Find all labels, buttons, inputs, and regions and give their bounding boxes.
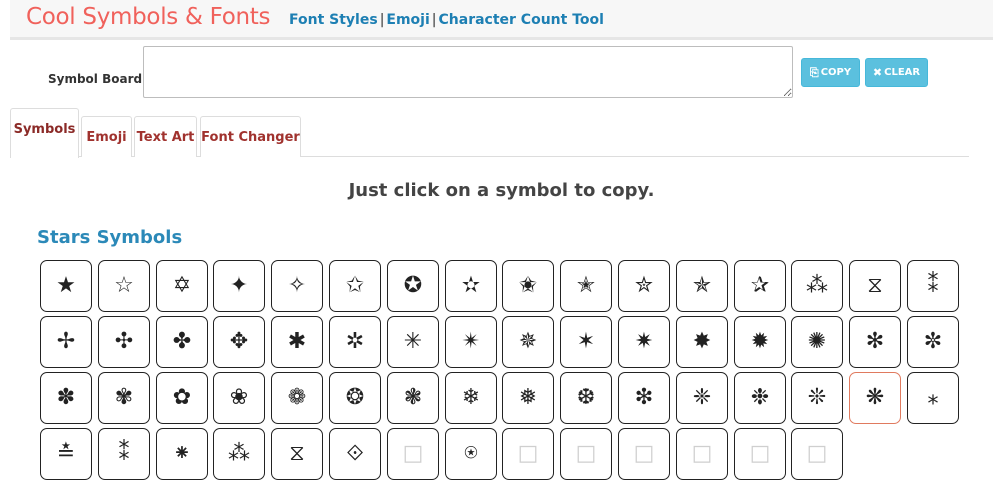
symbol-button[interactable]: ✮ [618,260,670,312]
symbol-board-label: Symbol Board [48,72,143,86]
symbol-button[interactable]: ⁕ [156,428,208,480]
symbol-button[interactable]: ❉ [734,372,786,424]
symbol-button[interactable]: ⁎ [907,372,959,424]
symbol-button[interactable]: ⍟ [445,428,497,480]
symbol-button[interactable]: ✧ [271,260,323,312]
header-nav: Font Styles | Emoji | Character Count Tool [289,12,604,28]
symbol-button[interactable]: ⁂ [791,260,843,312]
symbol-button[interactable]: ✣ [98,316,150,368]
tab-label: Font Changer [201,129,300,145]
nav-separator: | [379,12,385,28]
symbol-button[interactable]: ✸ [676,316,728,368]
symbol-button[interactable]: ✦ [213,260,265,312]
symbol-button[interactable]: ✴ [445,316,497,368]
copy-button-label: COPY [820,67,852,78]
symbol-button[interactable]: □ [560,428,612,480]
symbol-button[interactable]: ✬ [502,260,554,312]
symbol-button[interactable]: ✡ [156,260,208,312]
close-icon: ✖ [872,66,883,79]
symbol-button[interactable]: □ [618,428,670,480]
nav-link-character-count[interactable]: Character Count Tool [439,12,604,28]
symbol-button[interactable]: ❄ [445,372,497,424]
symbol-button[interactable]: ✳ [387,316,439,368]
symbol-button[interactable]: ≛ [40,428,92,480]
clear-button[interactable]: ✖ CLEAR [865,58,928,87]
symbol-button[interactable]: ✪ [387,260,439,312]
symbol-button[interactable]: ✽ [40,372,92,424]
tab-text-art[interactable]: Text Art [134,116,197,157]
nav-separator: | [431,12,437,28]
section-title: Stars Symbols [37,227,183,248]
copy-icon: ⎘ [809,65,819,79]
copy-instruction: Just click on a symbol to copy. [348,180,655,201]
symbol-button[interactable]: ❅ [502,372,554,424]
nav-link-font-styles[interactable]: Font Styles [289,12,378,28]
symbol-button[interactable]: ✯ [676,260,728,312]
symbol-button[interactable]: ❋ [849,372,901,424]
symbol-button[interactable]: ✶ [560,316,612,368]
symbol-button[interactable]: ❃ [387,372,439,424]
symbol-button[interactable]: ✫ [445,260,497,312]
nav-link-emoji[interactable]: Emoji [386,12,429,28]
symbol-button[interactable]: ✾ [98,372,150,424]
tab-label: Symbols [13,122,76,137]
tab-font-changer[interactable]: Font Changer [200,116,301,157]
symbol-button[interactable]: ✥ [213,316,265,368]
symbol-button[interactable]: ✱ [271,316,323,368]
symbol-button[interactable]: ⁑ [98,428,150,480]
tab-symbols[interactable]: Symbols [10,108,79,158]
symbol-button[interactable]: ✢ [40,316,92,368]
symbol-button[interactable]: ⟐ [329,428,381,480]
category-tabs: Symbols Emoji Text Art Font Changer [10,108,969,158]
symbol-button[interactable]: ✵ [502,316,554,368]
symbol-button[interactable]: ❀ [213,372,265,424]
symbol-button[interactable]: ✼ [907,316,959,368]
site-brand[interactable]: Cool Symbols & Fonts [26,4,270,30]
symbol-button[interactable]: ✰ [734,260,786,312]
symbol-button[interactable]: □ [791,428,843,480]
symbol-button[interactable]: □ [387,428,439,480]
symbol-board-input[interactable] [143,46,793,98]
symbol-button[interactable]: ✩ [329,260,381,312]
symbol-button[interactable]: ❈ [676,372,728,424]
tab-label: Emoji [86,129,127,145]
symbol-button[interactable]: ❆ [560,372,612,424]
clear-button-label: CLEAR [884,67,921,78]
symbol-button[interactable]: ✿ [156,372,208,424]
symbol-button[interactable]: ✲ [329,316,381,368]
symbol-button[interactable]: ✹ [734,316,786,368]
symbol-button[interactable]: ⧖ [271,428,323,480]
symbol-button[interactable]: ✺ [791,316,843,368]
tab-label: Text Art [136,129,195,145]
symbol-button[interactable]: □ [734,428,786,480]
symbol-button[interactable]: ❇ [618,372,670,424]
copy-button[interactable]: ⎘ COPY [801,58,860,87]
symbol-button[interactable]: ✭ [560,260,612,312]
symbol-button[interactable]: ✤ [156,316,208,368]
symbol-button[interactable]: ★ [40,260,92,312]
symbol-button[interactable]: ✻ [849,316,901,368]
site-header: Cool Symbols & Fonts Font Styles | Emoji | C… [10,0,993,40]
symbol-button[interactable]: ❊ [791,372,843,424]
symbol-button[interactable]: ⁂ [213,428,265,480]
symbol-button[interactable]: □ [502,428,554,480]
symbol-button[interactable]: □ [676,428,728,480]
symbol-button[interactable]: ☆ [98,260,150,312]
symbol-button[interactable]: ✷ [618,316,670,368]
symbol-button[interactable]: ❁ [271,372,323,424]
symbol-button[interactable]: ❂ [329,372,381,424]
symbol-button[interactable]: ⁑ [907,260,959,312]
tab-emoji[interactable]: Emoji [81,116,132,157]
symbol-button[interactable]: ⧖ [849,260,901,312]
